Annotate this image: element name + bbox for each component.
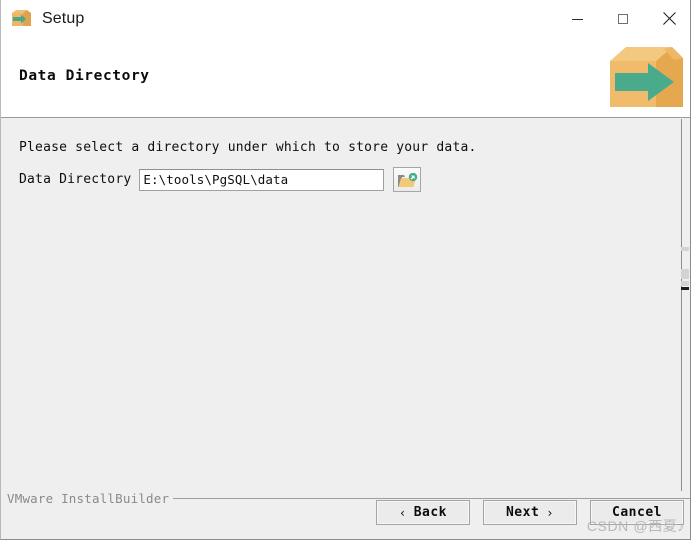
back-button[interactable]: ‹ Back	[376, 500, 470, 525]
page-title: Data Directory	[19, 68, 150, 84]
next-button-label: Next	[505, 505, 540, 520]
instruction-text: Please select a directory under which to…	[19, 140, 477, 155]
title-bar: Setup	[1, 0, 690, 38]
page-header: Data Directory	[1, 38, 690, 118]
back-button-label: Back	[413, 505, 448, 520]
close-button[interactable]	[646, 0, 690, 38]
brand-separator	[173, 498, 690, 499]
minimize-button[interactable]	[554, 0, 600, 38]
maximize-button[interactable]	[600, 0, 646, 38]
footer-bar: VMware InstallBuilder ‹ Back Next › Canc…	[1, 491, 690, 539]
maximize-icon	[618, 14, 628, 24]
wizard-buttons: ‹ Back Next › Cancel	[376, 500, 684, 525]
chevron-left-icon: ‹	[398, 505, 407, 520]
installer-box-arrow-icon	[10, 9, 32, 29]
window-controls	[554, 0, 690, 38]
installer-box-arrow-logo	[604, 41, 686, 117]
browse-folder-button[interactable]	[393, 167, 422, 192]
data-directory-input[interactable]	[139, 168, 385, 191]
data-directory-row: Data Directory	[19, 167, 422, 192]
cancel-button-label: Cancel	[612, 505, 662, 520]
content-area: Please select a directory under which to…	[1, 119, 690, 491]
minimize-icon	[571, 18, 583, 20]
next-button[interactable]: Next ›	[483, 500, 577, 525]
brand-label: VMware InstallBuilder	[7, 491, 170, 506]
open-folder-icon	[398, 172, 418, 188]
chevron-right-icon: ›	[546, 505, 555, 520]
cancel-button[interactable]: Cancel	[590, 500, 684, 525]
data-directory-label: Data Directory	[19, 172, 132, 187]
close-icon	[662, 12, 676, 26]
window-title: Setup	[42, 10, 85, 27]
setup-window: Setup Data Directory Please select a dir…	[0, 0, 691, 540]
